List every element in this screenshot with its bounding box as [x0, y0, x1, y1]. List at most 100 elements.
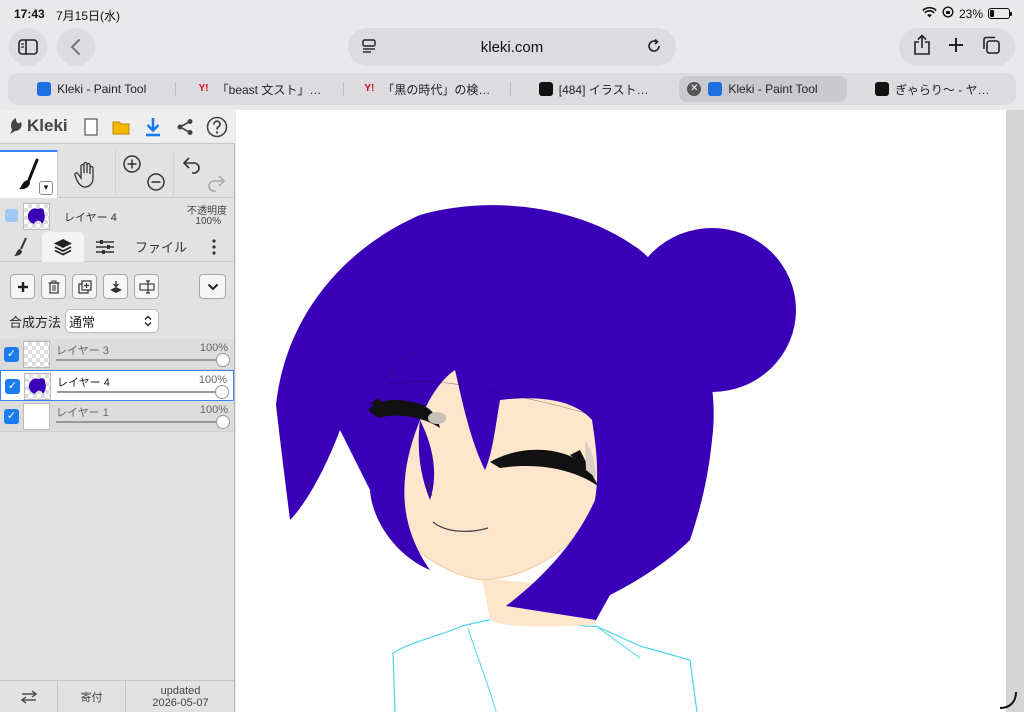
moon-icon — [875, 82, 890, 96]
kleki-logo-icon — [10, 118, 22, 134]
canvas-area[interactable] — [236, 110, 1024, 712]
battery-percent: 23% — [958, 6, 983, 21]
layer-actions — [10, 274, 159, 299]
zoom-out-icon[interactable] — [146, 172, 166, 192]
reload-icon[interactable] — [646, 38, 662, 59]
status-time: 17:43 — [14, 7, 45, 21]
address-bar[interactable]: kleki.com — [348, 28, 676, 66]
current-layer-name: レイヤー 4 — [64, 212, 117, 224]
close-tab-icon[interactable]: ✕ — [687, 82, 702, 96]
panel-footer: 寄付 updated 2026-05-07 — [0, 680, 235, 712]
tab-title: Kleki - Paint Tool — [57, 82, 147, 96]
brush-small-icon — [14, 237, 27, 256]
layer-options-dropdown[interactable] — [199, 274, 226, 299]
blend-mode-label: 合成方法 — [9, 314, 62, 330]
orientation-lock-icon — [942, 6, 954, 21]
tab-title: 「黒の時代」の検… — [382, 82, 491, 97]
tab-5[interactable]: ぎゃらり〜 - ヤ… — [849, 73, 1016, 105]
add-layer-button[interactable] — [10, 274, 35, 299]
download-icon[interactable] — [142, 116, 164, 138]
sidebar-toggle-button[interactable] — [9, 28, 47, 66]
back-button[interactable] — [57, 28, 95, 66]
layer-visibility-checkbox[interactable]: ✓ — [4, 409, 19, 424]
more-menu-icon[interactable] — [196, 232, 232, 262]
blend-mode-row: 合成方法 通常 — [9, 309, 160, 333]
layer-name: レイヤー 3 — [56, 345, 109, 357]
kleki-logo[interactable]: Kleki — [8, 116, 68, 136]
sliders-icon — [96, 239, 114, 254]
zoom-in-icon[interactable] — [122, 154, 142, 174]
new-image-icon[interactable] — [80, 116, 102, 138]
zoom-tool[interactable] — [116, 150, 174, 198]
redo-icon[interactable] — [206, 174, 226, 192]
swap-arrows-icon — [20, 689, 37, 704]
blend-mode-select[interactable]: 通常 — [65, 309, 160, 333]
opacity-slider-knob[interactable] — [216, 415, 230, 429]
kleki-sidebar: Kleki ▼ レイヤー 4 不透明度 100% ファイル 合成方法 通常 ✓ … — [0, 110, 235, 712]
select-arrows-icon — [144, 315, 152, 327]
tab-2[interactable]: Y! 「黒の時代」の検… — [342, 73, 510, 105]
layer-row-3[interactable]: ✓ レイヤー 3 100% — [0, 339, 234, 370]
opacity-slider-track[interactable] — [56, 359, 222, 361]
layer-name: レイヤー 1 — [56, 407, 109, 419]
tab-overview-icon[interactable] — [981, 35, 1001, 60]
layer-visibility-checkbox[interactable]: ✓ — [4, 347, 19, 362]
tab-1[interactable]: Y! 「beast 文スト」… — [175, 73, 342, 105]
blend-mode-value: 通常 — [69, 314, 96, 330]
drawing-canvas[interactable] — [236, 110, 1017, 712]
logo-text: Kleki — [27, 116, 68, 135]
donate-button[interactable]: 寄付 — [58, 681, 126, 712]
swap-side-button[interactable] — [0, 681, 58, 712]
brush-tool[interactable]: ▼ — [0, 150, 58, 198]
tab-4-active[interactable]: ✕ Kleki - Paint Tool — [679, 76, 847, 102]
layers-icon — [54, 238, 72, 256]
opacity-slider-knob[interactable] — [215, 385, 229, 399]
plus-icon — [17, 281, 28, 292]
status-date: 7月15日(水) — [56, 9, 121, 23]
opacity-slider-knob[interactable] — [216, 353, 230, 367]
tab-3[interactable]: [484] イラスト… — [509, 73, 677, 105]
tab-strip: Kleki - Paint Tool Y! 「beast 文スト」… Y! 「黒の時… — [8, 73, 1016, 105]
resize-handle-icon[interactable] — [998, 690, 1018, 710]
open-folder-icon[interactable] — [110, 116, 132, 138]
tab-0[interactable]: Kleki - Paint Tool — [8, 73, 175, 105]
undo-icon[interactable] — [182, 156, 202, 174]
share-icon[interactable] — [174, 116, 196, 138]
new-tab-icon[interactable] — [947, 36, 965, 59]
opacity-slider-track[interactable] — [57, 391, 221, 393]
duplicate-icon — [77, 279, 92, 294]
duplicate-layer-button[interactable] — [72, 274, 97, 299]
brush-dropdown-icon[interactable]: ▼ — [39, 181, 53, 195]
layer-name: レイヤー 4 — [57, 377, 110, 389]
tab-title: ぎゃらり〜 - ヤ… — [895, 82, 990, 97]
opacity-value: 100% — [195, 216, 221, 227]
hand-icon — [73, 161, 94, 188]
help-icon[interactable] — [206, 116, 228, 138]
updated-label: updated — [160, 684, 201, 697]
layer-row-4-active[interactable]: ✓ レイヤー 4 100% — [0, 370, 234, 401]
share-icon[interactable] — [913, 33, 931, 61]
layer-visibility-checkbox[interactable]: ✓ — [5, 379, 20, 394]
current-layer-visible-check[interactable] — [5, 209, 18, 222]
tab-brush-settings[interactable] — [0, 232, 42, 262]
layer-row-1[interactable]: ✓ レイヤー 1 100% — [0, 401, 234, 432]
opacity-slider-track[interactable] — [56, 421, 222, 423]
status-right: 23% — [922, 6, 1012, 21]
tab-title: Kleki - Paint Tool — [728, 82, 818, 96]
rename-layer-button[interactable] — [134, 274, 159, 299]
tab-title: 「beast 文スト」… — [216, 82, 322, 97]
trash-icon — [48, 280, 59, 294]
tab-adjustments[interactable] — [84, 232, 126, 262]
yahoo-icon: Y! — [364, 83, 375, 94]
battery-icon — [988, 8, 1012, 19]
tab-file[interactable]: ファイル — [126, 232, 196, 262]
update-info[interactable]: updated 2026-05-07 — [126, 681, 235, 712]
delete-layer-button[interactable] — [41, 274, 66, 299]
sidebar-icon — [18, 39, 38, 55]
panel-tabs: ファイル — [0, 231, 235, 262]
tool-row: ▼ — [0, 150, 235, 198]
hand-tool[interactable] — [58, 150, 116, 198]
merge-down-button[interactable] — [103, 274, 128, 299]
black-square-icon — [538, 82, 553, 96]
tab-layers[interactable] — [42, 231, 84, 262]
